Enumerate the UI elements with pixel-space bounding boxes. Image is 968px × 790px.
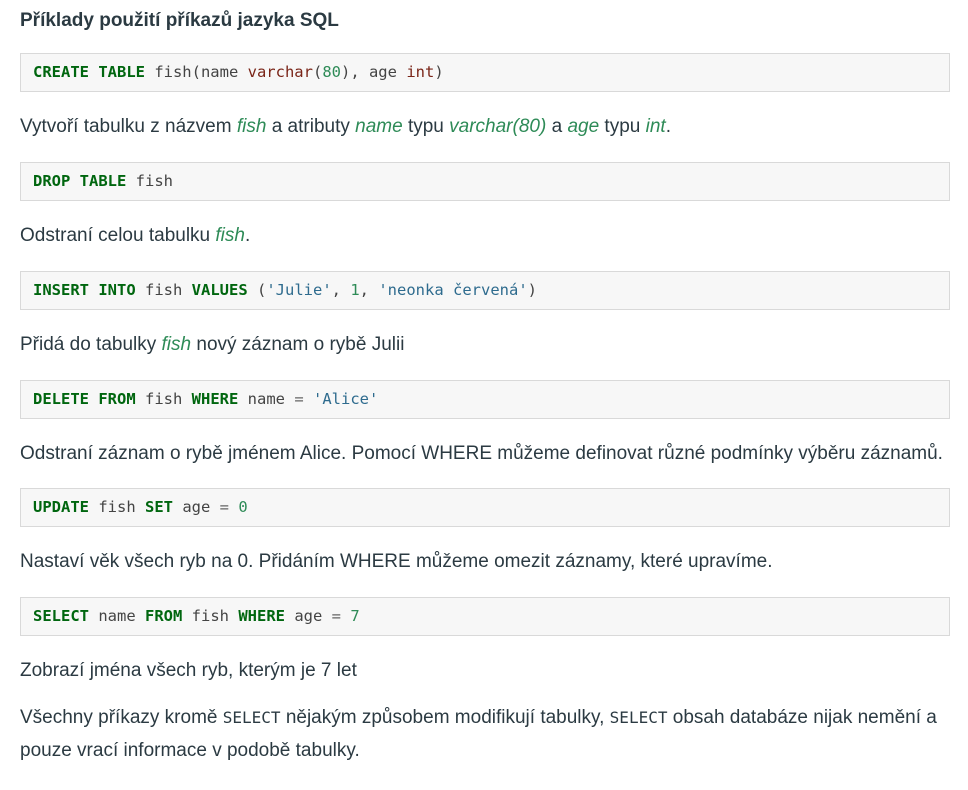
sql-number: 0 [238,498,248,516]
sql-keyword: SET [145,498,173,516]
highlight-term: varchar(80) [449,116,547,137]
highlight-term: age [567,116,600,137]
description-select: Zobrazí jména všech ryb, kterým je 7 let [20,660,357,681]
sql-text: ( [312,63,323,81]
sql-text: fish [135,281,192,299]
sql-text: fish [89,498,145,516]
sql-text: ( [247,281,267,299]
description-update: Nastaví věk všech ryb na 0. Přidáním WHE… [20,551,773,572]
sql-type: int [406,63,435,81]
section-heading: Příklady použití příkazů jazyka SQL [20,10,339,31]
sql-keyword: FROM [145,607,183,625]
sql-type: varchar [247,63,313,81]
sql-operator: = [219,498,230,516]
sql-keyword: UPDATE [33,498,89,516]
description-delete: Odstraní záznam o rybě jménem Alice. Pom… [20,443,943,464]
code-block-delete: DELETE FROM fish WHERE name = 'Alice' [20,380,950,419]
inline-code: SELECT [222,708,281,727]
sql-text: ) [434,63,444,81]
sql-keyword: DELETE FROM [33,390,136,408]
sql-keyword: DROP TABLE [33,172,127,190]
sql-text: ) [527,281,537,299]
summary-paragraph: Všechny příkazy kromě SELECT nějakým způ… [20,701,950,767]
code-block-select: SELECT name FROM fish WHERE age = 7 [20,597,950,636]
sql-text: , [359,281,379,299]
sql-number: 7 [350,607,360,625]
summary-text: Všechny příkazy kromě [20,707,223,728]
highlight-term: fish [215,225,245,246]
highlight-term: name [355,116,403,137]
desc-text: a atributy [266,116,356,137]
sql-text: age [285,607,332,625]
code-block-insert: INSERT INTO fish VALUES ('Julie', 1, 'ne… [20,271,950,310]
highlight-term: fish [236,116,267,137]
desc-text: Přidá do tabulky [20,334,162,355]
desc-text: Vytvoří tabulku z názvem [20,116,237,137]
sql-text: , [331,281,351,299]
article: Příklady použití příkazů jazyka SQL CREA… [0,0,968,767]
sql-keyword: WHERE [238,607,285,625]
code-block-update: UPDATE fish SET age = 0 [20,488,950,527]
sql-keyword: SELECT [33,607,89,625]
highlight-term: int [645,116,666,137]
desc-text: Odstraní celou tabulku [20,225,216,246]
sql-string: 'Alice' [313,390,379,408]
desc-text: typu [402,116,450,137]
description-drop-table: Odstraní celou tabulku fish. [20,219,950,252]
desc-text: . [665,116,671,137]
sql-text: name [89,607,145,625]
sql-text: fish [135,390,192,408]
sql-operator: = [294,390,304,408]
desc-text: nový záznam o rybě Julii [191,334,405,355]
sql-text: fish [126,172,173,190]
sql-text: name [238,390,295,408]
sql-keyword: WHERE [191,390,239,408]
code-block-drop-table: DROP TABLE fish [20,162,950,201]
sql-keyword: VALUES [191,281,248,299]
highlight-term: fish [161,334,192,355]
code-block-create-table: CREATE TABLE fish(name varchar(80), age … [20,53,950,92]
sql-number: 1 [350,281,360,299]
sql-string: 'Julie' [266,281,332,299]
sql-keyword: CREATE TABLE [33,63,145,81]
desc-text: . [244,225,251,246]
description-insert: Přidá do tabulky fish nový záznam o rybě… [20,328,950,361]
sql-text: fish [182,607,239,625]
description-create-table: Vytvoří tabulku z názvem fish a atributy… [20,110,950,143]
sql-keyword: INSERT INTO [33,281,136,299]
desc-text: a [546,116,568,137]
summary-text: nějakým způsobem modifikují tabulky, [280,707,610,728]
desc-text: typu [599,116,646,137]
sql-string: 'neonka červená' [378,281,528,299]
sql-number: 80 [322,63,341,81]
sql-text: fish(name [144,63,248,81]
sql-operator: = [331,607,342,625]
sql-text: age [173,498,220,516]
inline-code: SELECT [609,708,668,727]
sql-text: ), age [340,63,407,81]
